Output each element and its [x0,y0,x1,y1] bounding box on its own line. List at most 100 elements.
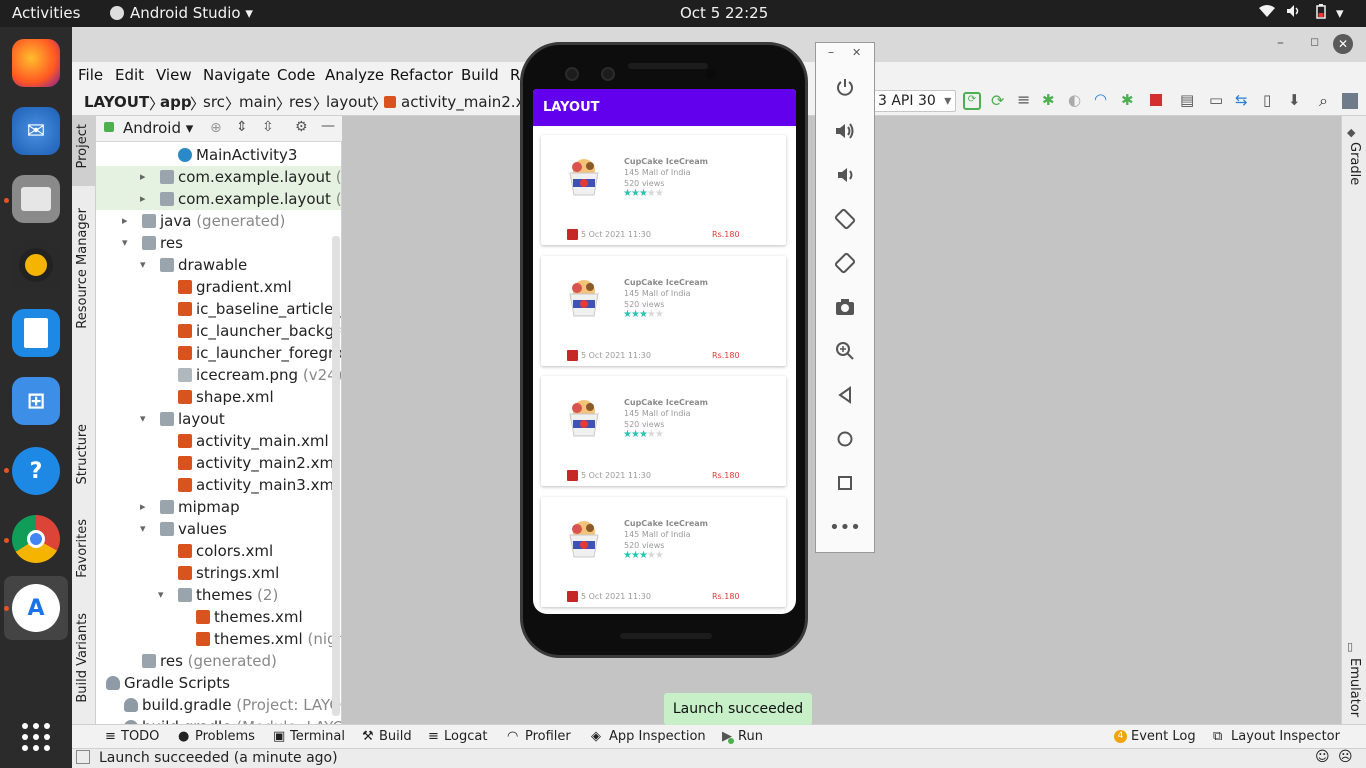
panel-toggle-icon[interactable] [76,750,90,764]
tree-item[interactable]: activity_main3.xml [96,474,341,496]
activities-button[interactable]: Activities [12,4,80,22]
chevron-right-icon[interactable]: ▸ [140,166,146,188]
tab-run[interactable]: Run [738,729,763,744]
breadcrumb-app[interactable]: app [160,93,192,111]
chevron-down-icon[interactable]: ▾ [158,584,164,606]
tab-resource-manager[interactable]: Resource Manager [75,208,90,329]
tree-item[interactable]: colors.xml [96,540,341,562]
menu-refactor[interactable]: Refactor [390,66,453,84]
tab-gradle[interactable]: Gradle [1347,142,1362,185]
show-apps-icon[interactable] [12,713,60,761]
tree-item[interactable]: ▾Gradle Scripts [96,672,341,694]
project-structure-icon[interactable]: ▤ [1180,91,1194,109]
select-opened-file-icon[interactable]: ⊕ [210,120,222,136]
chevron-right-icon[interactable]: ▸ [140,188,146,210]
tree-scrollbar[interactable] [332,236,340,716]
tree-item[interactable]: ▸ com.example.layout (anc [96,166,341,188]
memory-indicator-icon[interactable]: ☹ [1338,749,1353,765]
tab-problems[interactable]: Problems [195,729,255,744]
minimize-emulator-icon[interactable]: – [828,45,834,59]
tree-item[interactable]: ic_launcher_foregrour [96,342,341,364]
tree-item[interactable]: themes.xml (night) [96,628,341,650]
tree-item[interactable]: ▸ com.example.layout (tes [96,188,341,210]
debug-icon[interactable]: ✱ [1042,91,1055,109]
tab-favorites[interactable]: Favorites [75,519,90,578]
battery-icon[interactable] [1316,4,1326,23]
back-icon[interactable] [816,377,874,413]
menu-code[interactable]: Code [277,66,315,84]
menu-navigate[interactable]: Navigate [203,66,270,84]
tree-item[interactable]: ic_baseline_article_24. [96,298,341,320]
home-icon[interactable] [816,421,874,457]
thunderbird-icon[interactable]: ✉ [12,107,60,155]
tree-item[interactable]: MainActivity3 [96,144,341,166]
tree-item[interactable]: build.gradle (Module: LAYO [96,716,341,724]
tab-structure[interactable]: Structure [75,424,90,484]
profile-icon[interactable]: ◠ [1094,90,1107,108]
breadcrumb-project[interactable]: LAYOUT [84,93,149,111]
close-emulator-icon[interactable]: ✕ [852,46,861,59]
software-store-icon[interactable]: ⊞ [12,377,60,425]
menu-run[interactable]: R [510,66,520,84]
device-selector[interactable]: 3 API 30 ▾ [872,90,956,112]
volume-up-icon[interactable] [816,113,874,149]
tab-project[interactable]: Project [75,124,90,168]
list-item[interactable]: CupCake IceCream 145 Mall of India 520 vie… [541,496,786,607]
zoom-icon[interactable] [816,333,874,369]
tree-item[interactable]: shape.xml [96,386,341,408]
clock[interactable]: Oct 5 22:25 [680,4,768,22]
tab-profiler[interactable]: Profiler [525,729,571,744]
list-item[interactable]: CupCake IceCream 145 Mall of India 520 vie… [541,376,786,486]
expand-all-icon[interactable]: ⇕ [236,119,248,135]
chevron-right-icon[interactable]: ▸ [140,496,146,518]
breadcrumb-file[interactable]: activity_main2.xm [401,93,539,111]
collapse-all-icon[interactable]: ⇳ [262,119,274,135]
sync-list-icon[interactable]: ≡ [1017,90,1030,109]
libreoffice-writer-icon[interactable] [12,309,60,357]
wifi-icon[interactable] [1258,4,1276,22]
device-screen[interactable]: LAYOUT CupCake IceCream 145 Mall of India… [533,89,796,614]
volume-icon[interactable] [1286,4,1302,22]
breadcrumb-res[interactable]: res [289,93,312,111]
help-icon[interactable]: ? [12,447,60,495]
device-manager-icon[interactable]: ▯ [1263,91,1271,109]
menu-build[interactable]: Build [461,66,499,84]
feedback-icon[interactable]: ☺ [1315,749,1330,765]
tree-item[interactable]: ▾ drawable [96,254,341,276]
tab-layout-inspector[interactable]: Layout Inspector [1231,729,1340,744]
chevron-down-icon[interactable]: ▾ [140,518,146,540]
chevron-down-icon[interactable]: ▾ [122,232,128,254]
tree-item[interactable]: ic_launcher_backgrou [96,320,341,342]
tree-item[interactable]: build.gradle (Project: LAYO [96,694,341,716]
rhythmbox-icon[interactable] [12,241,60,289]
firefox-icon[interactable] [12,39,60,87]
android-studio-dock-icon[interactable]: A [12,584,60,632]
apply-code-changes-icon[interactable]: ⟳ [991,91,1004,110]
gradle-sync-icon[interactable]: ▭ [1209,91,1223,109]
list-item[interactable]: CupCake IceCream 145 Mall of India 520 vie… [541,135,786,245]
tree-item[interactable]: activity_main2.xml [96,452,341,474]
tree-item[interactable]: ▾ layout [96,408,341,430]
tree-item[interactable]: ▾ values [96,518,341,540]
hide-panel-icon[interactable]: — [321,118,335,134]
rotate-left-icon[interactable] [816,201,874,237]
tree-item[interactable]: ▾ themes (2) [96,584,341,606]
tree-item[interactable]: icecream.png (v24) [96,364,341,386]
menu-view[interactable]: View [156,66,192,84]
tree-item[interactable]: ▸ java (generated) [96,210,341,232]
close-icon[interactable]: ✕ [1333,34,1353,54]
search-icon[interactable]: ⌕ [1319,91,1328,111]
avd-manager-icon[interactable]: ⇆ [1235,91,1248,109]
restore-icon[interactable]: ◻ [1310,35,1319,48]
tab-app-inspection[interactable]: App Inspection [609,729,706,744]
tree-item[interactable]: gradient.xml [96,276,341,298]
rotate-right-icon[interactable] [816,245,874,281]
tab-todo[interactable]: TODO [121,729,159,744]
tab-logcat[interactable]: Logcat [444,729,487,744]
apply-changes-restart-icon[interactable]: ⟳ [963,92,981,110]
power-icon[interactable] [816,69,874,105]
list-item[interactable]: CupCake IceCream 145 Mall of India 520 vie… [541,255,786,366]
chevron-down-icon[interactable]: ▾ [140,254,146,276]
volume-down-icon[interactable] [816,157,874,193]
more-icon[interactable]: ••• [816,509,874,545]
